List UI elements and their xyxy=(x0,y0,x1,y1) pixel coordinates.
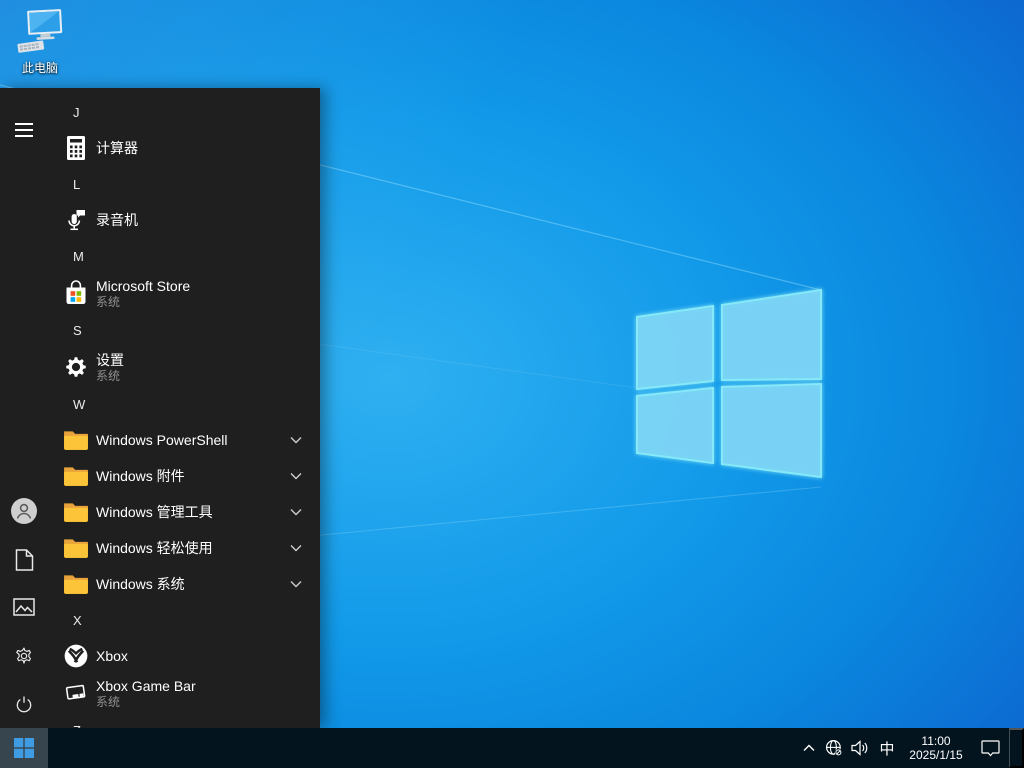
documents-icon xyxy=(15,549,33,571)
taskbar-clock[interactable]: 11:00 2025/1/15 xyxy=(901,728,971,768)
chevron-down-icon[interactable] xyxy=(290,436,302,444)
voice-recorder-icon xyxy=(60,204,92,236)
section-header-z[interactable]: Z xyxy=(48,712,320,729)
folder-icon xyxy=(60,460,92,492)
start-app-list: J 计算器 L 录音机 M Microsoft Store 系统 S 设置 系统… xyxy=(48,88,320,728)
rail-settings-button[interactable] xyxy=(0,632,48,680)
ime-indicator[interactable]: 中 xyxy=(873,728,901,768)
action-center-icon xyxy=(980,739,1000,757)
chevron-down-icon[interactable] xyxy=(290,544,302,552)
pictures-button[interactable] xyxy=(0,583,48,631)
section-header-x[interactable]: X xyxy=(48,602,320,638)
show-desktop-button[interactable] xyxy=(1009,728,1024,768)
app-item-settings[interactable]: 设置 系统 xyxy=(48,348,320,386)
app-item-voice-recorder[interactable]: 录音机 xyxy=(48,202,320,238)
section-header-j[interactable]: J xyxy=(48,94,320,130)
tray-expand-button[interactable] xyxy=(797,728,821,768)
power-button[interactable] xyxy=(0,680,48,728)
volume-icon xyxy=(851,740,868,756)
action-center-button[interactable] xyxy=(971,728,1009,768)
app-item-microsoft-store[interactable]: Microsoft Store 系统 xyxy=(48,274,320,312)
start-button[interactable] xyxy=(0,728,48,768)
folder-icon xyxy=(60,532,92,564)
hamburger-icon xyxy=(15,123,33,137)
chevron-down-icon[interactable] xyxy=(290,472,302,480)
documents-button[interactable] xyxy=(0,536,48,584)
clock-date: 2025/1/15 xyxy=(909,748,963,762)
xbox-icon xyxy=(60,640,92,672)
power-icon xyxy=(16,696,32,713)
settings-gear-icon xyxy=(16,647,31,664)
settings-app-icon xyxy=(60,351,92,383)
start-menu: J 计算器 L 录音机 M Microsoft Store 系统 S 设置 系统… xyxy=(0,88,320,728)
taskbar: 中 11:00 2025/1/15 xyxy=(0,728,1024,768)
network-globe-no-internet-icon xyxy=(825,739,842,756)
app-item-calculator[interactable]: 计算器 xyxy=(48,130,320,166)
section-header-w[interactable]: W xyxy=(48,386,320,422)
user-account-button[interactable] xyxy=(0,487,48,535)
xbox-game-bar-icon xyxy=(60,677,92,709)
pictures-icon xyxy=(13,598,35,616)
network-status-button[interactable] xyxy=(821,728,847,768)
app-item-xbox[interactable]: Xbox xyxy=(48,638,320,674)
section-header-s[interactable]: S xyxy=(48,312,320,348)
user-avatar-icon xyxy=(11,498,37,524)
volume-button[interactable] xyxy=(847,728,873,768)
clock-time: 11:00 xyxy=(921,733,951,748)
microsoft-store-icon xyxy=(60,277,92,309)
folder-icon xyxy=(60,568,92,600)
folder-icon xyxy=(60,496,92,528)
folder-icon xyxy=(60,424,92,456)
section-header-l[interactable]: L xyxy=(48,166,320,202)
folder-item-windows-admin-tools[interactable]: Windows 管理工具 xyxy=(48,494,320,530)
desktop-icon-this-pc[interactable]: 此电脑 xyxy=(8,6,72,78)
section-header-m[interactable]: M xyxy=(48,238,320,274)
calculator-icon xyxy=(60,132,92,164)
this-pc-icon xyxy=(17,9,63,53)
folder-item-windows-ease-of-access[interactable]: Windows 轻松使用 xyxy=(48,530,320,566)
folder-item-windows-powershell[interactable]: Windows PowerShell xyxy=(48,422,320,458)
chevron-down-icon[interactable] xyxy=(290,508,302,516)
folder-item-windows-accessories[interactable]: Windows 附件 xyxy=(48,458,320,494)
system-tray: 中 11:00 2025/1/15 xyxy=(797,728,1024,768)
start-menu-rail xyxy=(0,88,48,728)
windows-logo-icon xyxy=(14,738,34,758)
folder-item-windows-system[interactable]: Windows 系统 xyxy=(48,566,320,602)
chevron-down-icon[interactable] xyxy=(290,580,302,588)
start-menu-expand-button[interactable] xyxy=(0,106,48,154)
this-pc-label: 此电脑 xyxy=(21,61,58,75)
chevron-up-icon xyxy=(803,744,815,751)
app-item-xbox-game-bar[interactable]: Xbox Game Bar 系统 xyxy=(48,674,320,712)
